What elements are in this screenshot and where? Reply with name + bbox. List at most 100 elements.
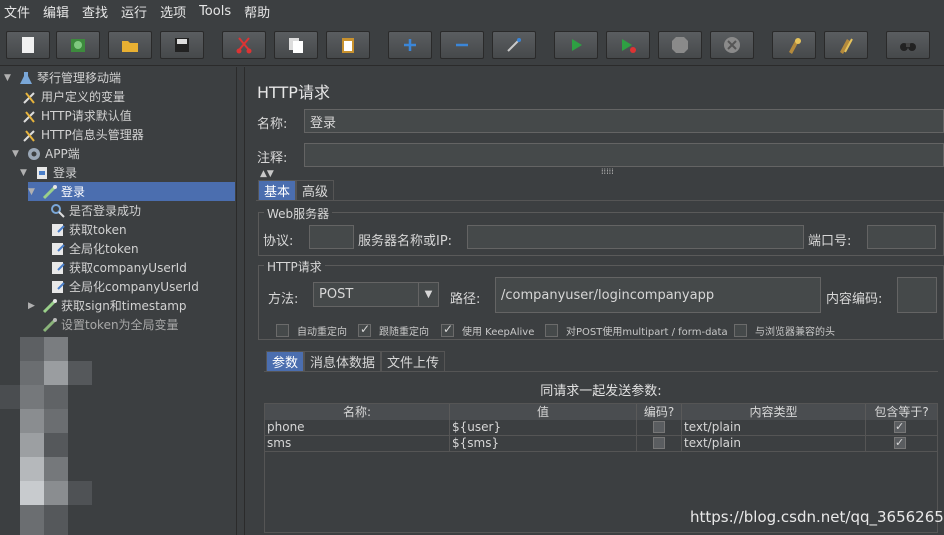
- menu-search[interactable]: 查找: [82, 2, 108, 21]
- checkbox-box: [441, 322, 454, 337]
- tree-node-sampler-login[interactable]: ▼ 登录: [28, 182, 235, 201]
- server-field[interactable]: [467, 225, 804, 249]
- menu-run[interactable]: 运行: [121, 2, 147, 21]
- tree-node-sign-timestamp[interactable]: ▶ 获取sign和timestamp: [28, 296, 187, 315]
- tab-basic[interactable]: 基本: [258, 180, 297, 200]
- checkbox-label: 使用 KeepAlive: [462, 327, 535, 338]
- tree-node-assertion[interactable]: 是否登录成功: [50, 201, 141, 220]
- path-label: 路径:: [450, 292, 481, 307]
- expanded-toggle-icon[interactable]: ▼: [28, 187, 38, 197]
- checkbox-box: [358, 322, 371, 337]
- tree-node-global-company-user-id[interactable]: 全局化companyUserId: [50, 277, 199, 296]
- encoding-field[interactable]: [897, 277, 937, 313]
- auto-redirect-checkbox[interactable]: 自动重定向: [276, 323, 347, 338]
- follow-redirect-checkbox[interactable]: 跟随重定向: [358, 322, 429, 338]
- menu-options[interactable]: 选项: [160, 2, 186, 21]
- pipette-icon: [42, 298, 57, 313]
- expanded-toggle-icon[interactable]: ▼: [12, 149, 22, 159]
- clear-button[interactable]: [772, 31, 816, 59]
- collapsed-toggle-icon[interactable]: ▶: [28, 301, 38, 311]
- cell-encode[interactable]: [637, 420, 682, 435]
- stop-button[interactable]: [658, 31, 702, 59]
- controller-icon: [37, 166, 47, 179]
- name-field[interactable]: 登录: [304, 109, 944, 133]
- tree-node-header-manager[interactable]: HTTP信息头管理器: [22, 125, 144, 144]
- open-button[interactable]: [108, 31, 152, 59]
- cell-name[interactable]: sms: [265, 436, 450, 451]
- templates-button[interactable]: [56, 31, 100, 59]
- tree-node-get-token[interactable]: 获取token: [50, 220, 127, 239]
- tree-node-global-token[interactable]: 全局化token: [50, 239, 139, 258]
- encode-checkbox[interactable]: [653, 421, 665, 433]
- paste-button[interactable]: [326, 31, 370, 59]
- column-header-name[interactable]: 名称:: [265, 404, 450, 420]
- tree-node-user-variables[interactable]: 用户定义的变量: [22, 87, 125, 106]
- menu-help[interactable]: 帮助: [244, 2, 270, 21]
- cell-content-type[interactable]: text/plain: [682, 420, 866, 435]
- collapse-arrows-icon[interactable]: ▲▼: [260, 169, 274, 179]
- menu-file[interactable]: 文件: [4, 2, 30, 21]
- cell-include-equals[interactable]: [866, 435, 937, 451]
- cell-value[interactable]: ${sms}: [450, 436, 637, 451]
- column-header-content-type[interactable]: 内容类型: [682, 404, 866, 420]
- splitter[interactable]: [237, 67, 245, 535]
- column-header-value[interactable]: 值: [450, 404, 637, 420]
- browser-headers-checkbox[interactable]: 与浏览器兼容的头: [734, 323, 835, 338]
- tree-node-http-defaults[interactable]: HTTP请求默认值: [22, 106, 132, 125]
- expand-button[interactable]: [388, 31, 432, 59]
- column-header-include-equals[interactable]: 包含等于?: [866, 404, 937, 420]
- start-no-pause-button[interactable]: [606, 31, 650, 59]
- method-label: 方法:: [268, 292, 299, 307]
- table-row[interactable]: sms ${sms} text/plain: [265, 435, 937, 452]
- chevron-down-icon[interactable]: ▼: [418, 283, 438, 306]
- toggle-wand-icon: [507, 38, 521, 52]
- expanded-toggle-icon[interactable]: ▼: [20, 168, 30, 178]
- tree-node-controller-login[interactable]: ▼ 登录: [20, 163, 77, 182]
- tab-body-data[interactable]: 消息体数据: [304, 351, 382, 371]
- shutdown-button[interactable]: [710, 31, 754, 59]
- drag-grip-icon[interactable]: ⁞⁞⁞⁞⁞: [601, 167, 614, 176]
- tab-parameters[interactable]: 参数: [266, 351, 305, 371]
- path-field[interactable]: /companyuser/logincompanyapp: [495, 277, 821, 313]
- menu-edit[interactable]: 编辑: [43, 2, 69, 21]
- include-equals-checkbox[interactable]: [894, 419, 906, 434]
- cell-include-equals[interactable]: [866, 419, 937, 435]
- pipette-icon: [42, 317, 57, 332]
- table-row[interactable]: phone ${user} text/plain: [265, 419, 937, 436]
- cell-value[interactable]: ${user}: [450, 420, 637, 435]
- toggle-button[interactable]: [492, 31, 536, 59]
- clear-all-button[interactable]: [824, 31, 868, 59]
- cell-encode[interactable]: [637, 436, 682, 451]
- save-button[interactable]: [160, 31, 204, 59]
- name-label: 名称:: [257, 117, 288, 132]
- tree-node-test-plan[interactable]: ▼ 琴行管理移动端: [4, 68, 121, 87]
- tree-node-set-token-global[interactable]: 设置token为全局变量: [42, 315, 179, 334]
- comment-field[interactable]: [304, 143, 944, 167]
- tree-node-thread-group[interactable]: ▼ APP端: [12, 144, 80, 163]
- cell-content-type[interactable]: text/plain: [682, 436, 866, 451]
- encode-checkbox[interactable]: [653, 437, 665, 449]
- copy-button[interactable]: [274, 31, 318, 59]
- expanded-toggle-icon[interactable]: ▼: [4, 73, 14, 83]
- method-select[interactable]: POST ▼: [313, 282, 439, 307]
- collapse-button[interactable]: [440, 31, 484, 59]
- extractor-icon: [52, 242, 65, 255]
- keepalive-checkbox[interactable]: 使用 KeepAlive: [441, 322, 535, 338]
- cell-name[interactable]: phone: [265, 420, 450, 435]
- menu-tools[interactable]: Tools: [199, 4, 231, 19]
- new-button[interactable]: [6, 31, 50, 59]
- start-button[interactable]: [554, 31, 598, 59]
- multipart-checkbox[interactable]: 对POST使用multipart / form-data: [545, 323, 728, 338]
- search-button[interactable]: [886, 31, 930, 59]
- save-icon: [175, 38, 189, 52]
- protocol-field[interactable]: [309, 225, 354, 249]
- tree-node-get-company-user-id[interactable]: 获取companyUserId: [50, 258, 187, 277]
- tab-advanced[interactable]: 高级: [296, 180, 335, 200]
- plus-icon: [404, 39, 416, 51]
- port-field[interactable]: [867, 225, 936, 249]
- column-header-encode[interactable]: 编码?: [637, 404, 682, 420]
- cut-button[interactable]: [222, 31, 266, 59]
- tab-file-upload[interactable]: 文件上传: [381, 351, 446, 371]
- include-equals-checkbox[interactable]: [894, 435, 906, 450]
- broom-icon: [789, 38, 801, 54]
